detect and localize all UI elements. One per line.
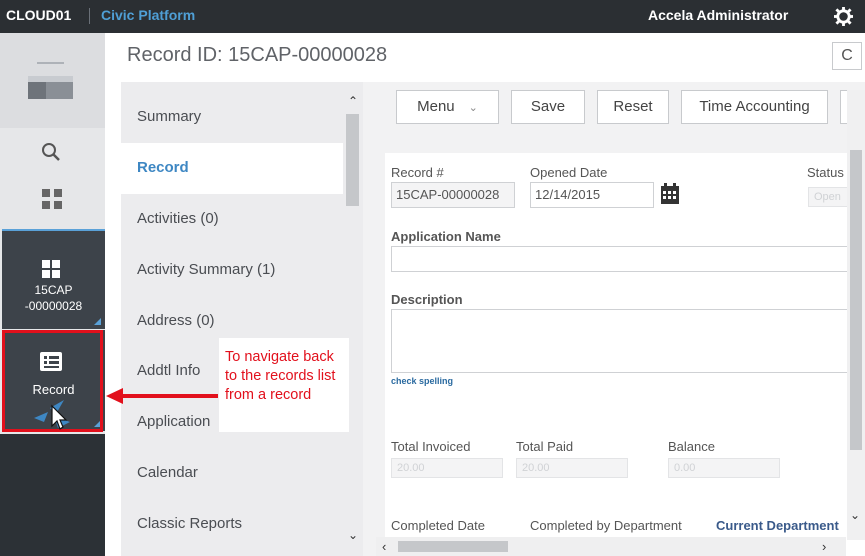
section-label: Calendar [137,464,198,481]
completed-by-dept-label: Completed by Department [530,518,682,533]
mouse-cursor-icon [34,400,70,430]
rail-empty-area [0,434,105,556]
user-name[interactable]: Accela Administrator [648,7,788,23]
content-vertical-scrollbar[interactable] [847,90,865,540]
section-label: Activities (0) [137,210,219,227]
completed-date-label: Completed Date [391,518,485,533]
annotation-arrow [122,394,218,398]
scrollbar-thumb[interactable] [346,114,359,206]
scroll-right-icon[interactable]: › [822,539,826,554]
section-nav-scrollbar[interactable]: ⌃ ⌄ [343,82,363,556]
record-no-field: 15CAP-00000028 [391,182,515,208]
scroll-left-icon[interactable]: ‹ [382,539,386,554]
section-calendar[interactable]: Calendar [121,448,343,499]
page-title: Record ID: 15CAP-00000028 [127,44,388,66]
application-name-label: Application Name [391,229,501,244]
section-classic-reports[interactable]: Classic Reports [121,499,343,550]
balance-field: 0.00 [668,458,780,478]
section-label: Addtl Info [137,362,201,379]
annotation-callout: To navigate back to the records list fro… [219,338,349,432]
corner-marker [94,318,101,325]
app-name[interactable]: Civic Platform [101,7,195,23]
left-nav-rail: 15CAP -00000028 Record [0,33,105,556]
menu-dropdown[interactable]: Menu ⌄ [396,90,499,124]
chevron-down-icon: ⌄ [468,102,478,114]
save-button[interactable]: Save [511,90,585,124]
opened-date-label: Opened Date [530,165,608,180]
section-label: Classic Reports [137,515,243,532]
annotation-arrow-head [106,388,123,404]
total-invoiced-label: Total Invoiced [391,439,471,454]
hamburger-menu-icon[interactable] [28,58,73,103]
environment-name[interactable]: CLOUD01 [6,7,71,23]
gear-icon[interactable] [834,7,853,26]
reset-button[interactable]: Reset [597,90,669,124]
menu-label: Menu [417,98,455,115]
section-activity-summary[interactable]: Activity Summary (1) [121,245,343,296]
section-label: Summary [137,108,202,125]
section-label: Application [137,413,211,430]
section-label: Record [137,159,189,176]
section-label: Address (0) [137,312,215,329]
balance-label: Balance [668,439,715,454]
top-bar: CLOUD01 Civic Platform Accela Administra… [0,0,865,33]
annotation-text: To navigate back to the records list fro… [225,349,336,403]
opened-date-field[interactable]: 12/14/2015 [530,182,654,208]
scrollbar-thumb[interactable] [398,541,508,552]
status-field: Open [808,187,848,207]
time-accounting-button[interactable]: Time Accounting [681,90,828,124]
scroll-down-icon[interactable]: ⌄ [347,528,359,542]
total-invoiced-field: 20.00 [391,458,503,478]
application-name-field[interactable] [391,246,856,272]
section-summary[interactable]: Summary [121,92,343,143]
total-paid-label: Total Paid [516,439,574,454]
menu-tile[interactable] [0,33,105,128]
section-label: Activity Summary (1) [137,261,276,278]
total-paid-field: 20.00 [516,458,628,478]
grid-apps-icon[interactable] [40,187,64,211]
check-spelling-link[interactable]: check spelling [391,376,453,386]
scroll-up-icon[interactable]: ⌃ [347,94,359,108]
section-record[interactable]: Record [121,143,343,194]
record-no-label: Record # [391,165,444,180]
calendar-icon[interactable] [660,183,680,205]
open-record-tab[interactable]: 15CAP -00000028 [2,229,105,329]
scrollbar-thumb[interactable] [850,150,862,450]
description-field[interactable] [391,309,856,373]
scroll-down-icon[interactable]: ⌄ [850,508,860,522]
content-horizontal-scrollbar[interactable]: ‹ › [376,537,846,556]
current-department-label: Current Department [716,518,839,533]
refresh-button[interactable]: C [832,42,862,70]
grid-record-icon [42,260,60,278]
description-label: Description [391,292,463,307]
record-tab-id-line1: 15CAP [34,283,73,297]
section-nav: Summary Record Activities (0) Activity S… [121,82,363,556]
record-tab-id-line2: -00000028 [24,299,83,313]
topbar-divider [89,8,90,24]
search-icon[interactable] [40,141,62,163]
section-activities[interactable]: Activities (0) [121,194,343,245]
status-label: Status [807,165,844,180]
